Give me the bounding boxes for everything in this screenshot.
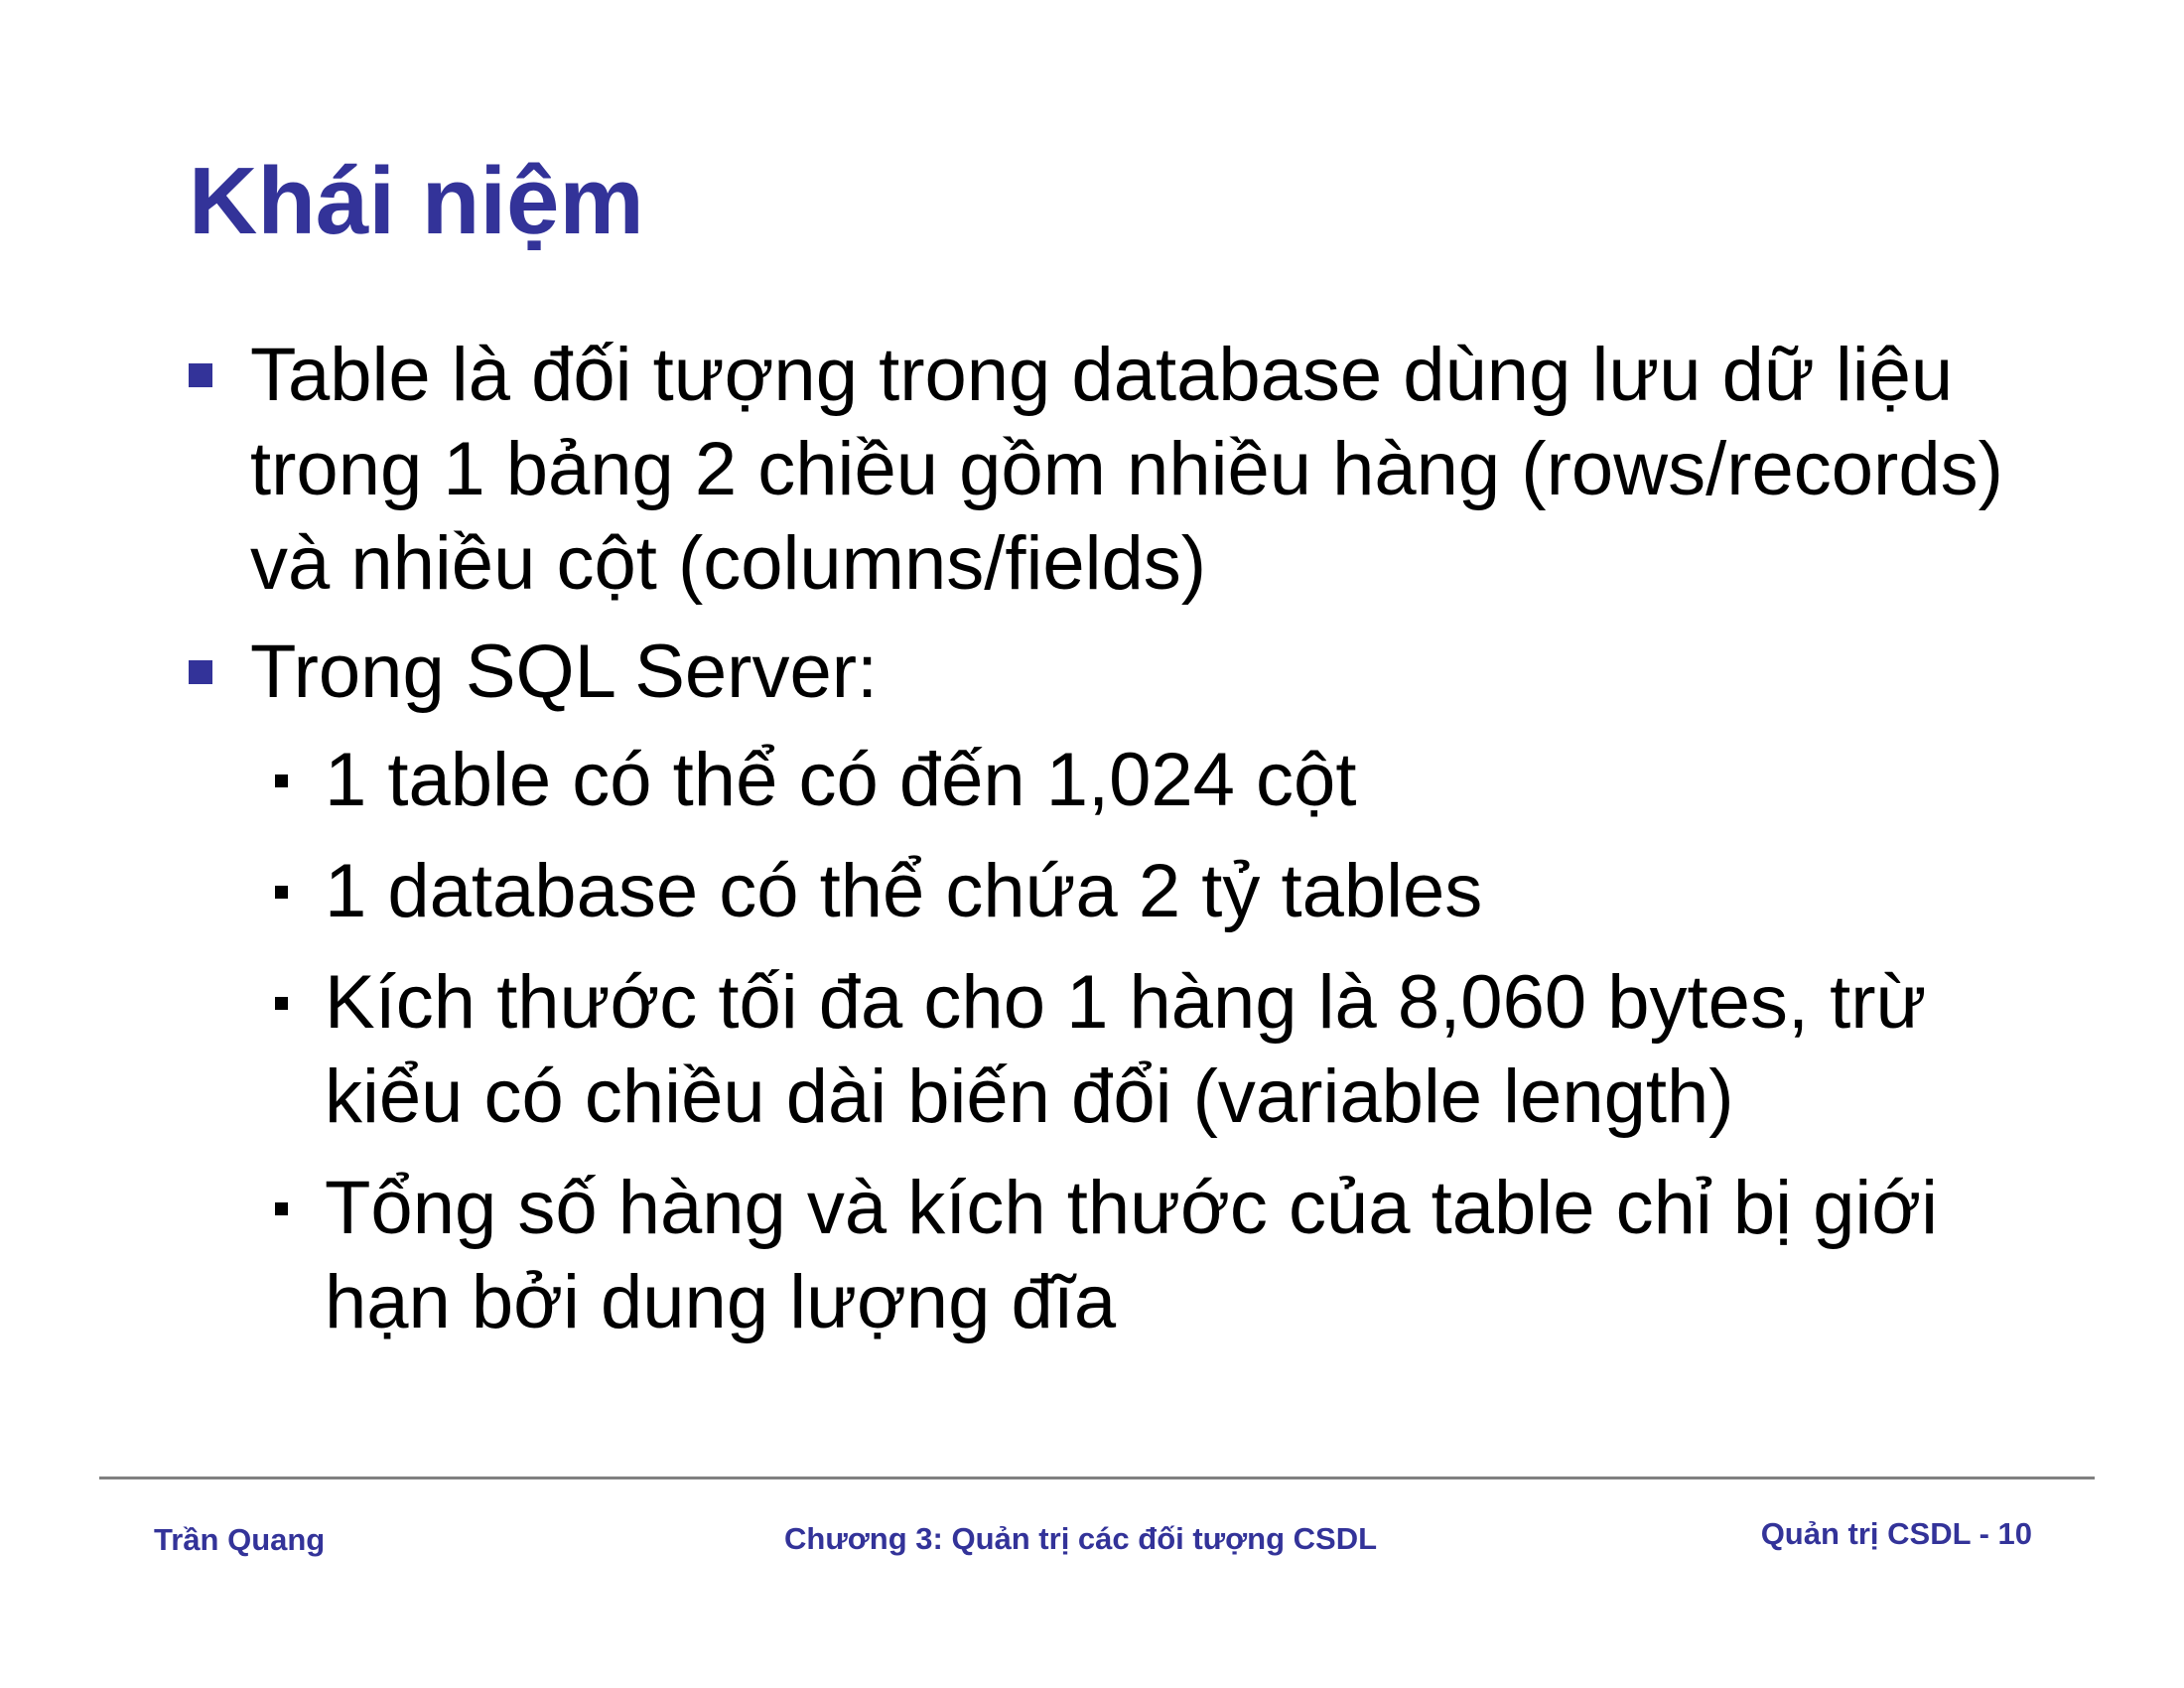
sub-bullet-text: Tổng số hàng và kích thước của table chỉ… <box>325 1166 1938 1344</box>
square-bullet-icon <box>189 363 212 387</box>
sub-bullet-text: 1 database có thể chứa 2 tỷ tables <box>325 849 1483 933</box>
small-square-bullet-icon <box>275 1202 288 1215</box>
small-square-bullet-icon <box>275 997 288 1010</box>
slide-content: Table là đối tượng trong database dùng l… <box>189 328 2045 1366</box>
bullet-text: Trong SQL Server: <box>250 630 879 714</box>
sub-bullet-item: 1 database có thể chứa 2 tỷ tables <box>189 844 2045 938</box>
footer-author: Trần Quang <box>154 1522 326 1557</box>
footer-chapter: Chương 3: Quản trị các đối tượng CSDL <box>784 1521 1378 1556</box>
footer-page-number: Quản trị CSDL - 10 <box>1760 1516 2032 1551</box>
square-bullet-icon <box>189 660 212 684</box>
bullet-item: Trong SQL Server: <box>189 625 2045 719</box>
bullet-item: Table là đối tượng trong database dùng l… <box>189 328 2045 611</box>
small-square-bullet-icon <box>275 774 288 787</box>
sub-bullet-item: Kích thước tối đa cho 1 hàng là 8,060 by… <box>189 955 2045 1144</box>
footer-divider <box>99 1477 2095 1479</box>
sub-bullet-item: 1 table có thể có đến 1,024 cột <box>189 733 2045 827</box>
sub-bullet-text: Kích thước tối đa cho 1 hàng là 8,060 by… <box>325 960 1927 1139</box>
sub-bullet-item: Tổng số hàng và kích thước của table chỉ… <box>189 1161 2045 1349</box>
sub-bullet-text: 1 table có thể có đến 1,024 cột <box>325 738 1357 822</box>
slide: Khái niệm Table là đối tượng trong datab… <box>0 0 2184 1688</box>
slide-title: Khái niệm <box>189 148 644 254</box>
bullet-text: Table là đối tượng trong database dùng l… <box>250 333 2003 606</box>
small-square-bullet-icon <box>275 886 288 899</box>
